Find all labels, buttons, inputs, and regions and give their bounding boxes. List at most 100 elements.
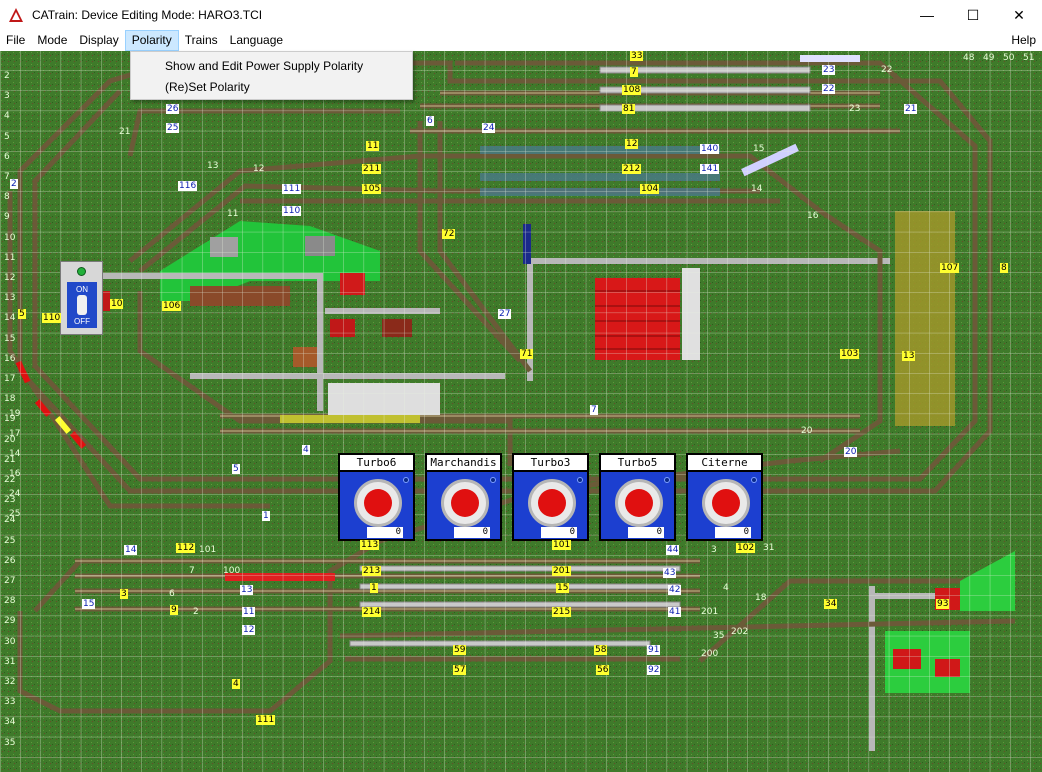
controller-citerne[interactable]: Citerne 0: [686, 453, 763, 541]
switch-label[interactable]: 7: [188, 566, 196, 576]
switch-label[interactable]: 16: [8, 469, 21, 479]
track-section-label[interactable]: 3: [120, 589, 128, 599]
menu-polarity[interactable]: Polarity: [124, 30, 179, 51]
controller-marchandis[interactable]: Marchandis 0: [425, 453, 502, 541]
track-section-label[interactable]: 59: [453, 645, 467, 655]
track-section-label[interactable]: 111: [256, 715, 276, 725]
switch-label[interactable]: 15: [752, 144, 765, 154]
switch-label[interactable]: 3: [710, 545, 718, 555]
track-section-label[interactable]: 104: [640, 184, 660, 194]
menu-help[interactable]: Help: [1005, 30, 1042, 51]
signal-label[interactable]: 11: [242, 607, 256, 617]
switch-label[interactable]: 24: [8, 489, 21, 499]
track-section-label[interactable]: 106: [162, 301, 182, 311]
signal-label[interactable]: 15: [82, 599, 96, 609]
signal-label[interactable]: 41: [668, 607, 682, 617]
signal-label[interactable]: 24: [482, 123, 496, 133]
track-section-label[interactable]: 211: [362, 164, 382, 174]
signal-label[interactable]: 92: [647, 665, 661, 675]
switch-label[interactable]: 31: [762, 543, 775, 553]
signal-label[interactable]: 6: [426, 116, 434, 126]
signal-label[interactable]: 25: [166, 123, 180, 133]
signal-label[interactable]: 7: [590, 405, 598, 415]
switch-label[interactable]: 100: [222, 566, 241, 576]
track-section-label[interactable]: 10: [110, 299, 124, 309]
switch-label[interactable]: 35: [712, 631, 725, 641]
switch-label[interactable]: 201: [700, 607, 719, 617]
switch-label[interactable]: 13: [206, 161, 219, 171]
track-section-label[interactable]: 213: [362, 566, 382, 576]
switch-label[interactable]: 16: [806, 211, 819, 221]
switch-label[interactable]: 2: [192, 607, 200, 617]
speed-knob-icon[interactable]: [615, 479, 663, 527]
track-section-label[interactable]: 71: [520, 349, 534, 359]
track-section-label[interactable]: 112: [176, 543, 196, 553]
switch-label[interactable]: 23: [848, 104, 861, 114]
menu-mode[interactable]: Mode: [31, 30, 73, 51]
switch-label[interactable]: 20: [800, 426, 813, 436]
track-section-label[interactable]: 33: [630, 51, 644, 61]
switch-label[interactable]: 4: [722, 583, 730, 593]
track-section-label[interactable]: 8: [1000, 263, 1008, 273]
controller-turbo3[interactable]: Turbo3 0: [512, 453, 589, 541]
switch-label[interactable]: 14: [750, 184, 763, 194]
track-section-label[interactable]: 93: [936, 599, 950, 609]
power-switch[interactable]: ON OFF: [67, 282, 97, 328]
track-section-label[interactable]: 15: [556, 583, 570, 593]
track-section-label[interactable]: 103: [840, 349, 860, 359]
speed-knob-icon[interactable]: [354, 479, 402, 527]
menu-file[interactable]: File: [0, 30, 31, 51]
signal-label[interactable]: 43: [663, 568, 677, 578]
switch-label[interactable]: 14: [8, 449, 21, 459]
switch-label[interactable]: 200: [700, 649, 719, 659]
signal-label[interactable]: 12: [242, 625, 256, 635]
track-section-label[interactable]: 102: [736, 543, 756, 553]
track-section-label[interactable]: 214: [362, 607, 382, 617]
signal-label[interactable]: 14: [124, 545, 138, 555]
switch-label[interactable]: 12: [252, 164, 265, 174]
close-button[interactable]: ✕: [996, 0, 1042, 30]
signal-label[interactable]: 5: [232, 464, 240, 474]
signal-label[interactable]: 42: [668, 585, 682, 595]
signal-label[interactable]: 110: [282, 206, 302, 216]
switch-label[interactable]: 21: [118, 127, 131, 137]
maximize-button[interactable]: ☐: [950, 0, 996, 30]
switch-label[interactable]: 22: [880, 65, 893, 75]
signal-label[interactable]: 140: [700, 144, 720, 154]
track-section-label[interactable]: 1: [370, 583, 378, 593]
track-section-label[interactable]: 108: [622, 85, 642, 95]
track-section-label[interactable]: 13: [902, 351, 916, 361]
track-section-label[interactable]: 201: [552, 566, 572, 576]
track-section-label[interactable]: 56: [596, 665, 610, 675]
signal-label[interactable]: 141: [700, 164, 720, 174]
controller-turbo6[interactable]: Turbo6 0: [338, 453, 415, 541]
signal-label[interactable]: 2: [10, 179, 18, 189]
menu-display[interactable]: Display: [73, 30, 124, 51]
signal-label[interactable]: 21: [904, 104, 918, 114]
track-section-label[interactable]: 212: [622, 164, 642, 174]
track-section-label[interactable]: 107: [940, 263, 960, 273]
signal-label[interactable]: 1: [262, 511, 270, 521]
switch-label[interactable]: 17: [8, 429, 21, 439]
switch-label[interactable]: 25: [8, 509, 21, 519]
signal-label[interactable]: 91: [647, 645, 661, 655]
track-section-label[interactable]: 72: [442, 229, 456, 239]
menu-item-reset-polarity[interactable]: (Re)Set Polarity: [131, 77, 412, 98]
track-section-label[interactable]: 81: [622, 104, 636, 114]
track-section-label[interactable]: 4: [232, 679, 240, 689]
signal-label[interactable]: 22: [822, 84, 836, 94]
switch-label[interactable]: 202: [730, 627, 749, 637]
track-section-label[interactable]: 12: [625, 139, 639, 149]
switch-label[interactable]: 11: [226, 209, 239, 219]
track-section-label[interactable]: 9: [170, 605, 178, 615]
signal-label[interactable]: 23: [822, 65, 836, 75]
track-section-label[interactable]: 110: [42, 313, 62, 323]
signal-label[interactable]: 44: [666, 545, 680, 555]
track-section-label[interactable]: 58: [594, 645, 608, 655]
switch-label[interactable]: 19: [8, 409, 21, 419]
controller-turbo5[interactable]: Turbo5 0: [599, 453, 676, 541]
track-section-label[interactable]: 105: [362, 184, 382, 194]
switch-label[interactable]: 101: [198, 545, 217, 555]
switch-label[interactable]: 6: [168, 589, 176, 599]
signal-label[interactable]: 27: [498, 309, 512, 319]
